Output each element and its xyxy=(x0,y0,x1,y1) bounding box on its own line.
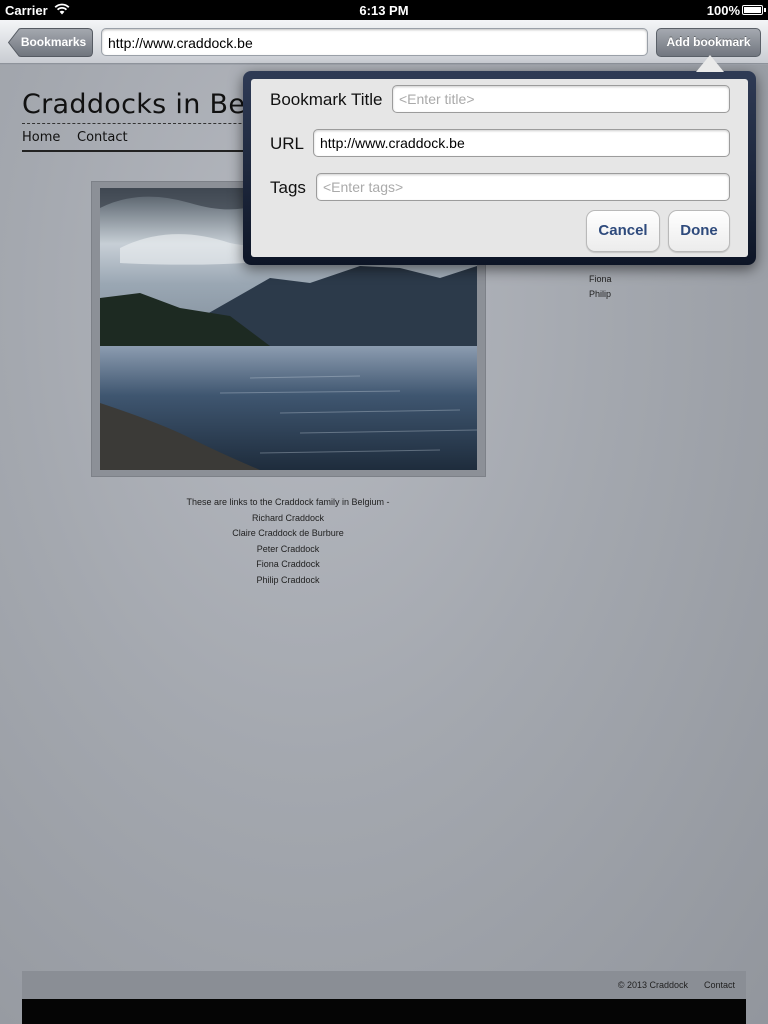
family-link[interactable]: Fiona Craddock xyxy=(140,557,436,573)
clock: 6:13 PM xyxy=(359,3,409,18)
popover-content: Bookmark Title URL Tags Cancel Done xyxy=(251,79,748,257)
bookmarks-button[interactable]: Bookmarks xyxy=(8,28,93,57)
battery-percentage: 100% xyxy=(706,3,740,18)
battery-icon xyxy=(742,5,766,15)
family-link[interactable]: Peter Craddock xyxy=(140,542,436,558)
nav-link-contact[interactable]: Contact xyxy=(77,130,128,145)
nav-link-home[interactable]: Home xyxy=(22,130,60,145)
footer-copyright: © 2013 Craddock xyxy=(617,980,688,990)
address-bar[interactable]: http://www.craddock.be xyxy=(101,28,648,56)
add-bookmark-popover: Bookmark Title URL Tags Cancel Done xyxy=(243,71,756,265)
side-links: Fiona Philip xyxy=(589,272,612,302)
side-link-fiona[interactable]: Fiona xyxy=(589,272,612,287)
done-button[interactable]: Done xyxy=(668,210,730,252)
bookmark-title-input[interactable] xyxy=(392,85,730,113)
footer-contact-link[interactable]: Contact xyxy=(704,980,735,990)
family-link[interactable]: Richard Craddock xyxy=(140,511,436,527)
bookmark-title-label: Bookmark Title xyxy=(270,90,383,109)
bookmark-tags-input[interactable] xyxy=(316,173,730,201)
site-footer: © 2013 Craddock Contact xyxy=(22,971,746,999)
status-bar: Carrier 6:13 PM 100% xyxy=(0,0,768,20)
tags-label: Tags xyxy=(270,178,306,197)
popover-arrow xyxy=(696,55,724,72)
bookmarks-button-label: Bookmarks xyxy=(20,35,87,49)
url-label: URL xyxy=(270,134,305,153)
footer-black-band xyxy=(22,999,746,1024)
add-bookmark-button[interactable]: Add bookmark xyxy=(656,28,761,57)
family-links: These are links to the Craddock family i… xyxy=(140,495,436,588)
cancel-button[interactable]: Cancel xyxy=(586,210,660,252)
side-link-philip[interactable]: Philip xyxy=(589,287,612,302)
browser-toolbar: Bookmarks http://www.craddock.be Add boo… xyxy=(0,20,768,64)
family-link[interactable]: Philip Craddock xyxy=(140,573,436,589)
family-link[interactable]: Claire Craddock de Burbure xyxy=(140,526,436,542)
family-intro: These are links to the Craddock family i… xyxy=(186,497,390,507)
bookmark-url-input[interactable] xyxy=(313,129,730,157)
